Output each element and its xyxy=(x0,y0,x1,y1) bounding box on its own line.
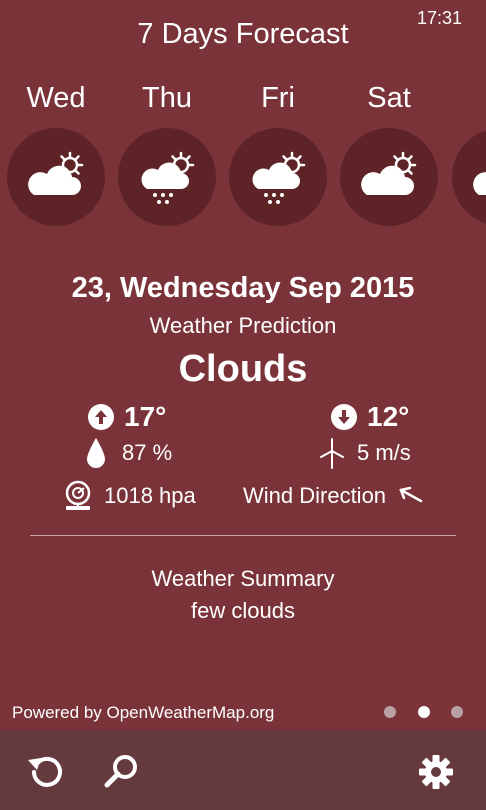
day-item-sat[interactable]: Sat xyxy=(334,80,444,226)
app-bar xyxy=(0,730,486,810)
day-strip[interactable]: Wed Thu Fri Sat xyxy=(0,80,486,230)
partly-cloudy-icon xyxy=(361,151,417,195)
pressure-value: 1018 hpa xyxy=(104,483,196,508)
refresh-icon xyxy=(28,756,62,787)
day-icon-circle xyxy=(452,128,486,226)
forecast-date: 23, Wednesday Sep 2015 xyxy=(71,272,415,304)
snow-cloud-icon xyxy=(141,151,195,204)
page-indicator-dot-active xyxy=(418,706,430,718)
refresh-button[interactable] xyxy=(24,750,68,794)
powered-by-link[interactable]: Powered by OpenWeatherMap.org xyxy=(12,703,274,723)
barometer-icon xyxy=(65,480,91,510)
temp-min-value: 12° xyxy=(367,401,410,432)
search-button[interactable] xyxy=(100,750,144,794)
wind-speed-value: 5 m/s xyxy=(357,440,411,465)
day-icon-circle xyxy=(7,128,105,226)
day-item-fri[interactable]: Fri xyxy=(223,80,333,226)
water-drop-icon xyxy=(87,438,105,468)
humidity: 87 % xyxy=(86,437,172,469)
arrow-up-circle-icon xyxy=(88,404,114,430)
day-icon-circle xyxy=(229,128,327,226)
summary-title: Weather Summary xyxy=(151,566,335,591)
wind-direction-arrow-icon xyxy=(399,486,423,503)
search-icon xyxy=(104,755,137,788)
day-icon-circle xyxy=(118,128,216,226)
arrow-down-circle-icon xyxy=(331,404,357,430)
temp-max-value: 17° xyxy=(124,401,167,432)
settings-button[interactable] xyxy=(414,750,458,794)
day-item-wed[interactable]: Wed xyxy=(1,80,111,226)
wind-direction: Wind Direction xyxy=(243,483,424,509)
page-title: 7 Days Forecast xyxy=(137,18,349,50)
day-item-thu[interactable]: Thu xyxy=(112,80,222,226)
wind-speed: 5 m/s xyxy=(319,437,411,469)
temp-min: 12° xyxy=(331,401,409,433)
weather-condition: Clouds xyxy=(178,348,308,390)
prediction-subtitle: Weather Prediction xyxy=(149,313,337,338)
humidity-value: 87 % xyxy=(122,440,173,465)
day-label: Wed xyxy=(26,82,86,114)
day-icon-circle xyxy=(340,128,438,226)
snow-cloud-icon xyxy=(252,151,306,204)
pressure: 1018 hpa xyxy=(62,480,196,512)
day-label: Sat xyxy=(367,82,411,114)
day-label: Fri xyxy=(261,82,295,114)
page-indicator-dot xyxy=(451,706,463,718)
temp-max: 17° xyxy=(88,401,166,433)
wind-direction-label: Wind Direction xyxy=(243,483,387,508)
page-indicator-dot xyxy=(384,706,396,718)
wind-turbine-icon xyxy=(320,438,344,469)
partly-cloudy-icon xyxy=(28,151,84,195)
day-label: Thu xyxy=(142,82,192,114)
gear-icon xyxy=(419,755,453,789)
day-item-sun[interactable]: S xyxy=(446,80,486,226)
day-label: S xyxy=(446,80,486,120)
summary-text: few clouds xyxy=(191,598,295,623)
divider xyxy=(30,535,456,536)
partly-cloudy-icon xyxy=(473,172,486,195)
